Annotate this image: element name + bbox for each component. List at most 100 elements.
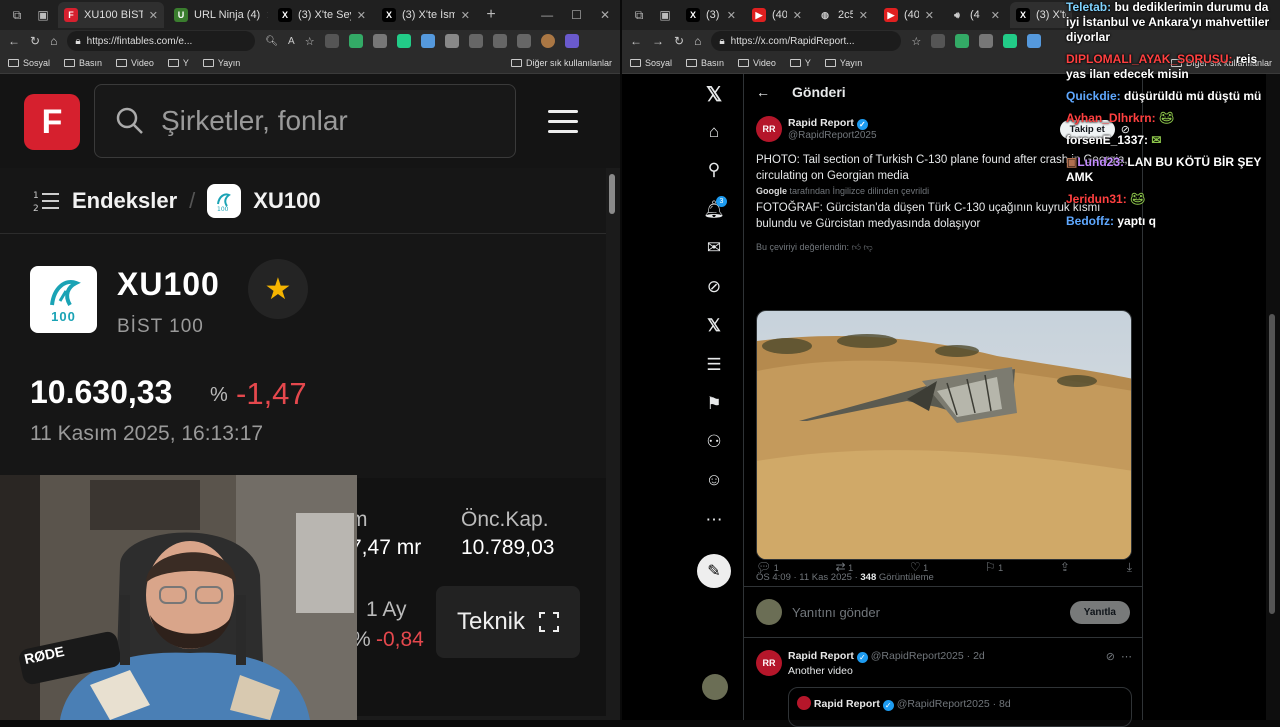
author-handle[interactable]: @RapidReport2025 (788, 130, 877, 141)
breadcrumb-endeksler[interactable]: Endeksler (72, 188, 177, 214)
other-bookmarks[interactable]: Diğer sık kullanılanlar (510, 58, 612, 68)
minimize-icon[interactable]: — (541, 8, 553, 22)
grok-icon[interactable]: ⊘ (1106, 650, 1115, 663)
close-icon[interactable]: ✕ (793, 9, 802, 22)
quoted-tweet[interactable]: Rapid Report ✓ @RapidReport2025 · 8d (788, 687, 1132, 727)
tab-actions-icon[interactable]: ▣ (32, 4, 54, 26)
tab-youtube-2[interactable]: ▶ (402) S ✕ (878, 2, 940, 28)
tweet-photo[interactable] (756, 310, 1132, 560)
address-bar[interactable]: 🔒︎ https://fintables.com/e... (67, 31, 256, 51)
bookmark-folder-y[interactable]: Y (167, 58, 189, 68)
tab-audio[interactable]: 🔊︎ (4 ✕ (944, 2, 1006, 28)
close-icon[interactable]: ✕ (859, 9, 868, 22)
more-options-icon[interactable]: ⋯ (704, 510, 724, 530)
reply-button[interactable]: Yanıtla (1069, 600, 1130, 624)
extension-icon[interactable] (444, 34, 459, 48)
extension-icon[interactable] (348, 34, 363, 48)
author-avatar[interactable]: RR (756, 650, 782, 676)
tab-fintables[interactable]: F XU100 BİST 100 Fi ✕ (58, 2, 164, 28)
download-icon[interactable]: ⤓ (1127, 560, 1132, 575)
compose-post-button[interactable]: ✎ (697, 554, 731, 588)
profile-avatar[interactable] (540, 34, 555, 48)
thumbs-down-icon[interactable]: 👎︎ (864, 242, 873, 252)
tab-web[interactable]: ◍ 2c5673 ✕ (812, 2, 874, 28)
explore-search-icon[interactable]: ⚲ (704, 160, 724, 180)
extension-icon[interactable] (955, 34, 970, 48)
close-icon[interactable]: ✕ (149, 9, 158, 22)
extension-icon[interactable] (931, 34, 946, 48)
close-icon[interactable]: ✕ (727, 9, 736, 22)
back-arrow-icon[interactable]: ← (756, 84, 770, 100)
back-icon[interactable]: ← (630, 34, 642, 48)
extension-icon[interactable] (1003, 34, 1018, 48)
author-avatar[interactable]: RR (756, 116, 782, 142)
bookmark-folder-video[interactable]: Video (738, 58, 776, 68)
bookmark-action[interactable]: ⚐ 1 (985, 560, 1003, 575)
tab-x-seyhan[interactable]: X (3) X'te Seyhan Ar ✕ (272, 2, 372, 28)
grok-icon[interactable]: ⊘ (704, 277, 724, 297)
extension-icon[interactable] (1027, 34, 1042, 48)
tab-x-home[interactable]: X (3) Ana ✕ (680, 2, 742, 28)
extension-icon[interactable] (979, 34, 994, 48)
bookmark-folder-y[interactable]: Y (789, 58, 811, 68)
retweet-action[interactable]: ⇄ 1 (836, 560, 854, 575)
maximize-icon[interactable]: ☐ (571, 8, 582, 22)
home-icon[interactable]: ⌂ (50, 34, 57, 48)
communities-icon[interactable]: ⚇ (704, 432, 724, 452)
tab-x-ismail[interactable]: X (3) X'te İsmail Arı ✕ (376, 2, 476, 28)
close-window-icon[interactable]: ✕ (600, 8, 610, 22)
home-icon[interactable]: ⌂ (694, 34, 701, 48)
bookmark-folder-yayin[interactable]: Yayın (824, 58, 862, 68)
bookmark-folder-yayin[interactable]: Yayın (202, 58, 240, 68)
back-icon[interactable]: ← (8, 34, 20, 48)
messages-icon[interactable]: ✉ (704, 238, 724, 258)
scrollbar[interactable] (606, 168, 620, 720)
reply-action[interactable]: 💬︎ 1 (756, 560, 779, 575)
fintables-logo[interactable]: F (24, 94, 80, 150)
reply-input[interactable]: Yanıtını gönder (792, 605, 880, 620)
tab-url-ninja[interactable]: U URL Ninja (4) ✕ (168, 2, 268, 28)
share-icon[interactable]: ⇪ (1060, 560, 1070, 575)
menu-icon[interactable] (548, 110, 578, 140)
close-icon[interactable]: ✕ (925, 9, 934, 22)
premium-x-icon[interactable]: 𝕏 (704, 316, 724, 336)
home-icon[interactable]: ⌂ (704, 122, 724, 142)
extension-icon[interactable] (420, 34, 435, 48)
lists-icon[interactable]: ☰ (704, 355, 724, 375)
address-bar[interactable]: 🔒︎ https://x.com/RapidReport... (711, 31, 902, 51)
close-icon[interactable]: ✕ (991, 9, 1000, 22)
reply-author-name[interactable]: Rapid Report (788, 650, 854, 662)
workspaces-icon[interactable]: ⧉ (6, 4, 28, 26)
more-icon[interactable]: ⋯ (1121, 650, 1132, 663)
bookmark-folder-basin[interactable]: Basın (686, 58, 724, 68)
account-avatar[interactable] (702, 674, 728, 700)
copilot-icon[interactable] (564, 34, 579, 48)
forward-icon[interactable]: → (652, 34, 664, 48)
read-aloud-icon[interactable]: A (288, 36, 295, 47)
author-name[interactable]: Rapid Report (788, 117, 854, 129)
bookmark-folder-basin[interactable]: Basın (64, 58, 102, 68)
tab-actions-icon[interactable]: ▣ (654, 4, 676, 26)
technical-button[interactable]: Teknik (436, 586, 580, 658)
bookmarks-icon[interactable]: ⚑ (704, 394, 724, 414)
close-icon[interactable]: ✕ (266, 9, 268, 22)
zoom-icon[interactable]: 🔍︎ (265, 36, 278, 47)
profile-icon[interactable]: ☺ (704, 470, 724, 490)
split-screen-icon[interactable] (468, 34, 483, 48)
reply-tweet[interactable]: RR Rapid Report ✓ @RapidReport2025 · 2d … (756, 650, 1132, 727)
browser-essentials-icon[interactable] (516, 34, 531, 48)
favorite-star-icon[interactable]: ★ (248, 259, 308, 319)
close-icon[interactable]: ✕ (357, 9, 366, 22)
tab-youtube-1[interactable]: ▶ (402) H ✕ (746, 2, 808, 28)
workspaces-icon[interactable]: ⧉ (628, 4, 650, 26)
company-search-input[interactable]: Şirketler, fonlar (94, 84, 516, 158)
x-logo-icon[interactable]: 𝕏 (704, 84, 724, 106)
extension-icon[interactable] (396, 34, 411, 48)
new-tab-icon[interactable]: + (480, 4, 502, 26)
bookmark-folder-video[interactable]: Video (116, 58, 154, 68)
close-icon[interactable]: ✕ (461, 9, 470, 22)
bookmark-folder-sosyal[interactable]: Sosyal (630, 58, 672, 68)
collections-icon[interactable] (492, 34, 507, 48)
tab-x-post[interactable]: X (3) X'te (1010, 2, 1072, 28)
bookmark-folder-sosyal[interactable]: Sosyal (8, 58, 50, 68)
